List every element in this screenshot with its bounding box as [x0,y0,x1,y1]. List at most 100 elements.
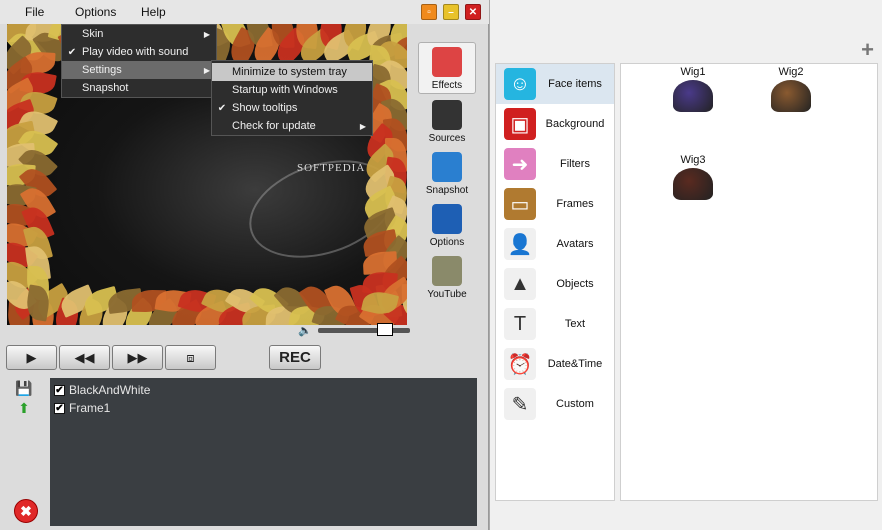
category-label: Background [545,118,605,130]
camera-icon [432,100,462,130]
menu-item-label: Skin [82,28,104,40]
menu-file[interactable]: File [25,5,44,19]
side-button-effects[interactable]: Effects [418,42,476,94]
menu-item-label: Settings [82,64,122,76]
items-grid: Wig1 Wig2 Wig3 [620,63,878,501]
objects-icon: ▲ [504,268,536,300]
submenu-item-show-tooltips[interactable]: ✔ Show tooltips [212,99,372,117]
forward-button[interactable]: ▶▶ [112,345,163,370]
submenu-arrow-icon: ▶ [203,65,210,75]
category-label: Objects [556,278,594,290]
wig-thumbnail [673,80,713,112]
add-icon[interactable]: + [861,37,874,63]
settings-submenu: Minimize to system tray Startup with Wind… [211,60,373,136]
window-controls: ▫ – ✕ [421,4,481,20]
submenu-item-check-for-update[interactable]: Check for update ▶ [212,117,372,135]
submenu-arrow-icon: ▶ [203,29,210,39]
side-button-label: Sources [428,133,466,144]
options-icon [432,204,462,234]
record-button[interactable]: REC [269,345,321,370]
submenu-item-startup-with-windows[interactable]: Startup with Windows [212,81,372,99]
side-button-label: Snapshot [425,185,469,196]
menu-item-label: Startup with Windows [232,84,338,96]
wig-thumbnail [673,168,713,200]
effect-checkbox[interactable]: ✔ [54,402,65,414]
clock-icon: ⏰ [504,348,536,380]
item-wig3[interactable]: Wig3 [663,154,723,200]
side-button-label: Options [429,237,465,248]
menu-item-play-video-with-sound[interactable]: ✔ Play video with sound [62,43,216,61]
category-face-items[interactable]: ☺ Face items [496,64,614,104]
category-avatars[interactable]: 👤 Avatars [496,224,614,264]
category-date-time[interactable]: ⏰ Date&Time [496,344,614,384]
play-button[interactable]: ▶ [6,345,57,370]
restore-button[interactable]: ▫ [421,4,437,20]
item-wig2[interactable]: Wig2 [761,66,821,112]
video-watermark: SOFTPEDIA [297,162,366,174]
filters-icon: ➜ [504,148,536,180]
frames-icon: ▭ [504,188,536,220]
effect-item[interactable]: ✔ BlackAndWhite [54,381,473,399]
menu-help[interactable]: Help [141,5,166,19]
avatar-icon: 👤 [504,228,536,260]
category-label: Filters [560,158,590,170]
category-label: Custom [556,398,594,410]
capture-button[interactable]: ⧈ [165,345,216,370]
item-label: Wig1 [680,66,706,78]
side-button-sources[interactable]: Sources [418,94,476,146]
category-list: ☺ Face items ▣ Background ➜ Filters ▭ Frames 👤 Av… [495,63,615,501]
side-button-snapshot[interactable]: Snapshot [418,146,476,198]
delete-icon[interactable]: ✖ [14,499,38,523]
category-label: Avatars [556,238,594,250]
side-button-label: Effects [431,80,463,91]
category-frames[interactable]: ▭ Frames [496,184,614,224]
category-text[interactable]: T Text [496,304,614,344]
check-icon: ✔ [67,46,77,58]
menu-item-label: Check for update [232,120,316,132]
save-icon[interactable]: 💾 [14,379,34,397]
camera-app-window: File Options Help ▫ – ✕ SOFTPEDIA Effect… [0,0,489,530]
category-filters[interactable]: ➜ Filters [496,144,614,184]
effect-tools: 💾 ⬆ [14,379,38,419]
menu-item-label: Show tooltips [232,102,298,114]
submenu-item-minimize-to-system-tray[interactable]: Minimize to system tray [212,63,372,81]
upload-icon[interactable]: ⬆ [14,399,34,417]
custom-icon: ✎ [504,388,536,420]
category-label: Frames [556,198,594,210]
menu-item-settings[interactable]: Settings ▶ [62,61,216,79]
menu-item-label: Snapshot [82,82,129,94]
applied-effects-list: ✔ BlackAndWhite ✔ Frame1 [50,378,477,526]
side-button-options[interactable]: Options [418,198,476,250]
side-button-youtube[interactable]: YouTube [418,250,476,302]
close-button[interactable]: ✕ [465,4,481,20]
rewind-button[interactable]: ◀◀ [59,345,110,370]
volume-control: 🔈 [298,323,410,337]
youtube-icon [432,256,462,286]
submenu-arrow-icon: ▶ [359,121,366,131]
category-background[interactable]: ▣ Background [496,104,614,144]
effect-label: Frame1 [69,401,111,415]
effect-checkbox[interactable]: ✔ [54,384,65,396]
category-label: Text [564,318,586,330]
minimize-button[interactable]: – [443,4,459,20]
background-icon: ▣ [504,108,536,140]
menu-item-label: Play video with sound [82,46,189,58]
menu-bar: File Options Help ▫ – ✕ [0,0,489,24]
menu-item-skin[interactable]: Skin ▶ [62,25,216,43]
item-label: Wig2 [778,66,804,78]
options-dropdown-menu: Skin ▶ ✔ Play video with sound Settings ▶ Snap… [61,24,217,98]
category-custom[interactable]: ✎ Custom [496,384,614,424]
volume-slider[interactable] [317,323,410,336]
item-wig1[interactable]: Wig1 [663,66,723,112]
item-label: Wig3 [680,154,706,166]
check-icon: ✔ [217,102,227,114]
effect-item[interactable]: ✔ Frame1 [54,399,473,417]
volume-slider-thumb[interactable] [376,323,393,336]
menu-options[interactable]: Options [75,5,116,19]
wig-thumbnail [771,80,811,112]
text-icon: T [504,308,536,340]
menu-item-snapshot[interactable]: Snapshot [62,79,216,97]
side-button-label: YouTube [427,289,467,300]
speaker-icon: 🔈 [298,325,312,337]
category-objects[interactable]: ▲ Objects [496,264,614,304]
